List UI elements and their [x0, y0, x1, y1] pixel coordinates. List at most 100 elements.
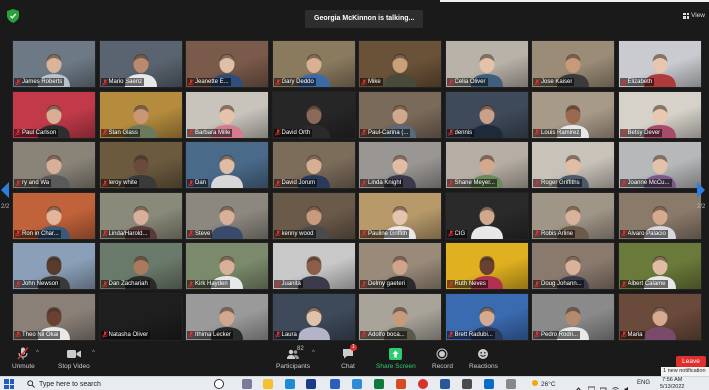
video-tile[interactable]: dennis: [444, 90, 529, 139]
video-tile[interactable]: Linda/Harold...: [98, 191, 183, 240]
video-tile[interactable]: Dan Zachariah: [98, 242, 183, 290]
video-tile[interactable]: Laura: [271, 292, 356, 341]
chrome-app-icon[interactable]: [418, 379, 428, 389]
widgets-icon[interactable]: [242, 379, 252, 389]
network-icon[interactable]: [587, 380, 596, 390]
video-tile[interactable]: Linda Knight: [358, 141, 442, 189]
outlook-app-icon[interactable]: [484, 379, 494, 389]
muted-mic-icon: [15, 129, 21, 136]
participant-name-label: Natasha Oliver: [100, 330, 151, 339]
video-tile[interactable]: Roger Griffiths: [531, 141, 615, 189]
zoom-app-icon[interactable]: [352, 379, 362, 389]
participants-button[interactable]: 82 Participants ^: [276, 346, 315, 370]
video-tile[interactable]: Barbara Mille: [185, 90, 269, 139]
chevron-up-icon[interactable]: ^: [312, 350, 315, 356]
video-tile[interactable]: Joanne McCu...: [617, 141, 702, 189]
video-tile[interactable]: James Roberts: [12, 40, 96, 88]
chevron-up-icon[interactable]: ^: [36, 350, 39, 356]
video-tile[interactable]: David Jorum: [271, 141, 356, 189]
speaker-volume-icon[interactable]: [624, 380, 631, 390]
participant-name: Dan: [195, 180, 207, 186]
video-tile[interactable]: Mario Saenz: [98, 40, 183, 88]
video-tile[interactable]: Robis Arline: [531, 191, 615, 240]
video-tile[interactable]: Elizabeth: [617, 40, 702, 88]
chevron-up-icon[interactable]: ^: [92, 350, 95, 356]
chevron-up-icon[interactable]: [575, 380, 582, 390]
powerpoint-app-icon[interactable]: [396, 379, 406, 389]
video-tile[interactable]: Ithima Lecker: [185, 292, 269, 341]
unmute-button[interactable]: Unmute ^: [12, 347, 39, 370]
video-tile[interactable]: Pauline Griffith: [358, 191, 442, 240]
video-tile[interactable]: Gary Deddo: [271, 40, 356, 88]
video-tile[interactable]: Delmy gaeteri: [358, 242, 442, 290]
video-tile[interactable]: CIG: [444, 191, 529, 240]
video-tile[interactable]: leroy white: [98, 141, 183, 189]
battery-icon[interactable]: [599, 380, 607, 390]
video-tile[interactable]: Kirk Hayden: [185, 242, 269, 290]
video-tile[interactable]: Jose Kaiser: [531, 40, 615, 88]
video-tile[interactable]: Paul Carlson: [12, 90, 96, 139]
app-icon[interactable]: [462, 379, 472, 389]
participant-name-label: Stan Glass: [100, 128, 140, 137]
windows-start-icon[interactable]: [4, 379, 14, 389]
input-language[interactable]: ENG: [637, 380, 650, 386]
video-tile[interactable]: Theo Nii Okai: [12, 292, 96, 341]
video-tile[interactable]: kenny wood: [271, 191, 356, 240]
video-tile[interactable]: Steve: [185, 191, 269, 240]
weather-widget[interactable]: 26°C: [531, 379, 556, 389]
muted-mic-icon: [101, 179, 108, 187]
video-tile[interactable]: Doug Johann...: [531, 242, 615, 290]
video-tile[interactable]: Louis Ramirez: [531, 90, 615, 139]
notification-toast[interactable]: 1 new notification: [661, 367, 709, 376]
share-screen-button[interactable]: Share Screen: [376, 347, 416, 370]
participant-name-label: Jose Kaiser: [533, 78, 575, 86]
reactions-button[interactable]: Reactions: [469, 347, 498, 370]
video-tile[interactable]: Ron in Char...: [12, 191, 96, 240]
video-tile[interactable]: Dan: [185, 141, 269, 189]
muted-mic-icon: [16, 347, 30, 360]
wifi-icon[interactable]: [612, 380, 619, 390]
video-tile[interactable]: Betsy Dever: [617, 90, 702, 139]
record-button[interactable]: Record: [432, 347, 453, 370]
video-tile[interactable]: Stan Glass: [98, 90, 183, 139]
excel-app-icon[interactable]: [374, 379, 384, 389]
app-icon[interactable]: [506, 379, 516, 389]
search-input[interactable]: [39, 380, 189, 388]
task-view-icon[interactable]: [214, 379, 224, 389]
previous-page-button[interactable]: 2/2: [1, 182, 9, 210]
arrow-right-icon: [697, 182, 705, 198]
video-tile[interactable]: Juanita: [271, 242, 356, 290]
word-document-icon[interactable]: [440, 379, 450, 389]
word-app-icon[interactable]: [330, 379, 340, 389]
video-tile[interactable]: Brett Radubi...: [444, 292, 529, 341]
video-tile[interactable]: Shane Meyer...: [444, 141, 529, 189]
video-tile[interactable]: David Orth: [271, 90, 356, 139]
video-tile[interactable]: Adolfo boca...: [358, 292, 442, 341]
video-tile[interactable]: John Newson: [12, 242, 96, 290]
participant-name: Linda/Harold...: [108, 230, 148, 237]
video-tile[interactable]: ry and Wa: [12, 141, 96, 189]
participant-name-label: Betsy Dever: [619, 128, 663, 137]
video-tile[interactable]: Celia Oliver: [444, 40, 529, 88]
video-tile[interactable]: Albert Calame: [617, 242, 702, 290]
edge-browser-icon[interactable]: [285, 379, 295, 389]
system-clock[interactable]: 7:56 AM 5/13/2022: [660, 377, 684, 390]
stop-video-button[interactable]: Stop Video ^: [58, 347, 95, 370]
video-tile[interactable]: Maria: [617, 292, 702, 341]
next-page-button[interactable]: 2/2: [697, 182, 705, 210]
leave-button[interactable]: Leave: [676, 356, 706, 367]
taskbar-search[interactable]: [27, 378, 197, 390]
shield-icon[interactable]: [7, 9, 19, 23]
mail-app-icon[interactable]: [306, 379, 316, 389]
video-tile[interactable]: Alvaro Palacio: [617, 191, 702, 240]
chat-button[interactable]: 1 Chat: [341, 344, 357, 370]
file-explorer-icon[interactable]: [263, 379, 273, 389]
video-tile[interactable]: Pedro Rodri...: [531, 292, 615, 341]
video-tile[interactable]: Paul-Carina (...: [358, 90, 442, 139]
video-tile[interactable]: Jeanette E...: [185, 40, 269, 88]
video-tile[interactable]: Mike: [358, 40, 442, 88]
participant-name-label: David Jorum: [273, 179, 318, 187]
video-tile[interactable]: Natasha Oliver: [98, 292, 183, 341]
video-tile[interactable]: Ruth Neves: [444, 242, 529, 290]
view-button[interactable]: View: [683, 12, 705, 19]
